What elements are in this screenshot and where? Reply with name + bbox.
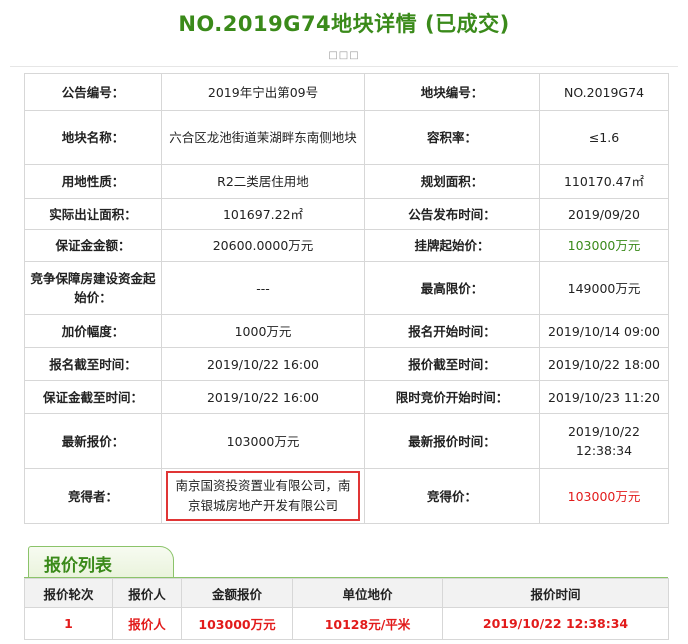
table-row: 保证金金额： 20600.0000万元 挂牌起始价： 103000万元 — [24, 229, 669, 262]
table-row: 报名截至时间： 2019/10/22 16:00 报价截至时间： 2019/10… — [24, 347, 669, 381]
increment-value: 1000万元 — [161, 314, 365, 348]
parcel-no-label: 地块编号： — [364, 73, 540, 111]
winning-price-value: 103000万元 — [539, 468, 669, 524]
winner-value: 南京国资投资置业有限公司，南京银城房地产开发有限公司 — [175, 478, 351, 513]
max-price-label: 最高限价： — [364, 261, 540, 315]
announce-no-value: 2019年宁出第09号 — [161, 73, 365, 111]
col-header-amount: 金额报价 — [181, 578, 293, 608]
table-header-row: 报价轮次 报价人 金额报价 单位地价 报价时间 — [24, 578, 669, 608]
parcel-detail-table: 公告编号： 2019年宁出第09号 地块编号： NO.2019G74 地块名称：… — [24, 73, 669, 524]
signup-start-value: 2019/10/14 09:00 — [539, 314, 669, 348]
deposit-label: 保证金金额： — [24, 229, 162, 262]
table-row: 实际出让面积： 101697.22㎡ 公告发布时间： 2019/09/20 — [24, 198, 669, 230]
actual-area-value: 101697.22㎡ — [161, 198, 365, 230]
deposit-end-value: 2019/10/22 16:00 — [161, 380, 365, 414]
latest-bid-value: 103000万元 — [161, 413, 365, 469]
col-header-unit-price: 单位地价 — [292, 578, 443, 608]
table-row: 1 报价人 103000万元 10128元/平米 2019/10/22 12:3… — [24, 607, 669, 640]
table-row: 地块名称： 六合区龙池街道茉湖畔东南侧地块 容积率： ≤1.6 — [24, 110, 669, 165]
housing-fund-value: --- — [161, 261, 365, 315]
announce-no-label: 公告编号： — [24, 73, 162, 111]
land-use-label: 用地性质： — [24, 164, 162, 199]
bid-end-label: 报价截至时间： — [364, 347, 540, 381]
table-row: 竞得者： 南京国资投资置业有限公司，南京银城房地产开发有限公司 竞得价： 103… — [24, 468, 669, 524]
announce-time-value: 2019/09/20 — [539, 198, 669, 230]
limit-bid-start-value: 2019/10/23 11:20 — [539, 380, 669, 414]
bid-list-table: 报价轮次 报价人 金额报价 单位地价 报价时间 1 报价人 103000万元 1… — [24, 578, 669, 640]
col-header-round: 报价轮次 — [24, 578, 113, 608]
winner-label: 竞得者： — [24, 468, 162, 524]
bid-amount: 103000万元 — [181, 607, 293, 640]
signup-start-label: 报名开始时间： — [364, 314, 540, 348]
deposit-end-label: 保证金截至时间： — [24, 380, 162, 414]
planned-area-value: 110170.47㎡ — [539, 164, 669, 199]
table-row: 加价幅度： 1000万元 报名开始时间： 2019/10/14 09:00 — [24, 314, 669, 348]
bid-round: 1 — [24, 607, 113, 640]
land-use-value: R2二类居住用地 — [161, 164, 365, 199]
bid-bidder: 报价人 — [112, 607, 182, 640]
winner-highlight: 南京国资投资置业有限公司，南京银城房地产开发有限公司 — [166, 471, 360, 521]
page-title: NO.2019G74地块详情 (已成交) — [178, 12, 510, 36]
divider — [10, 66, 678, 67]
bid-unit-price: 10128元/平米 — [292, 607, 443, 640]
latest-bid-time-value: 2019/10/22 12:38:34 — [539, 413, 669, 469]
plot-ratio-label: 容积率： — [364, 110, 540, 165]
tab-bid-list-label[interactable]: 报价列表 — [44, 551, 112, 576]
increment-label: 加价幅度： — [24, 314, 162, 348]
start-price-label: 挂牌起始价： — [364, 229, 540, 262]
signup-end-label: 报名截至时间： — [24, 347, 162, 381]
parcel-no-value: NO.2019G74 — [539, 73, 669, 111]
col-header-bid-time: 报价时间 — [442, 578, 669, 608]
deposit-value: 20600.0000万元 — [161, 229, 365, 262]
latest-bid-time-label: 最新报价时间： — [364, 413, 540, 469]
table-row: 竞争保障房建设资金起始价： --- 最高限价： 149000万元 — [24, 261, 669, 315]
parcel-name-value: 六合区龙池街道茉湖畔东南侧地块 — [161, 110, 365, 165]
col-header-bidder: 报价人 — [112, 578, 182, 608]
title-decoration: □□□ — [328, 50, 360, 61]
table-row: 用地性质： R2二类居住用地 规划面积： 110170.47㎡ — [24, 164, 669, 199]
plot-ratio-value: ≤1.6 — [539, 110, 669, 165]
latest-bid-label: 最新报价： — [24, 413, 162, 469]
bid-time: 2019/10/22 12:38:34 — [442, 607, 669, 640]
signup-end-value: 2019/10/22 16:00 — [161, 347, 365, 381]
actual-area-label: 实际出让面积： — [24, 198, 162, 230]
parcel-name-label: 地块名称： — [24, 110, 162, 165]
table-row: 保证金截至时间： 2019/10/22 16:00 限时竞价开始时间： 2019… — [24, 380, 669, 414]
limit-bid-start-label: 限时竞价开始时间： — [364, 380, 540, 414]
planned-area-label: 规划面积： — [364, 164, 540, 199]
table-row: 公告编号： 2019年宁出第09号 地块编号： NO.2019G74 — [24, 73, 669, 111]
start-price-value: 103000万元 — [539, 229, 669, 262]
table-row: 最新报价： 103000万元 最新报价时间： 2019/10/22 12:38:… — [24, 413, 669, 469]
bid-end-value: 2019/10/22 18:00 — [539, 347, 669, 381]
housing-fund-label: 竞争保障房建设资金起始价： — [24, 261, 162, 315]
winning-price-label: 竞得价： — [364, 468, 540, 524]
latest-bid-time-text: 2019/10/22 12:38:34 — [567, 424, 641, 458]
announce-time-label: 公告发布时间： — [364, 198, 540, 230]
max-price-value: 149000万元 — [539, 261, 669, 315]
winner-cell: 南京国资投资置业有限公司，南京银城房地产开发有限公司 — [161, 468, 365, 524]
